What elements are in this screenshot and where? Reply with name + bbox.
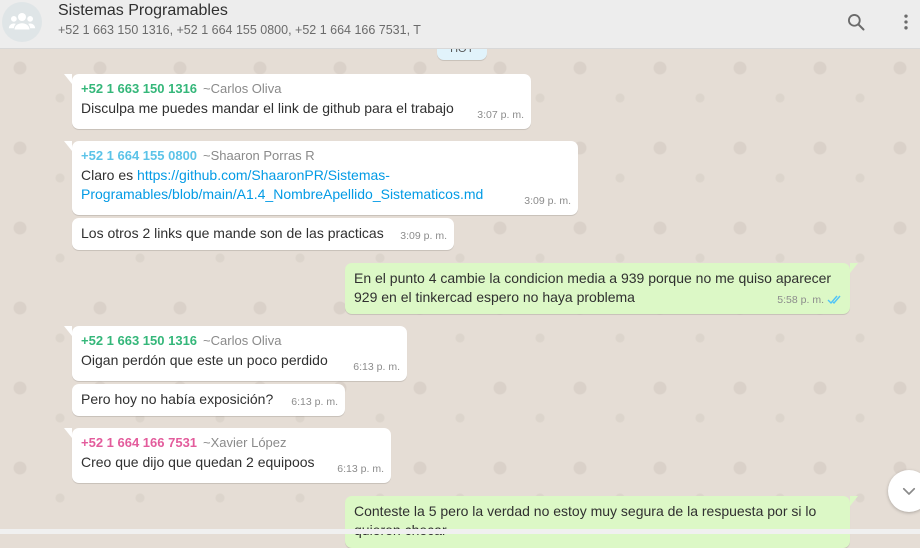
message-text: En el punto 4 cambie la condicion media … <box>354 269 841 307</box>
message-text: Conteste la 5 pero la verdad no estoy mu… <box>354 502 841 540</box>
message-text: Disculpa me puedes mandar el link de git… <box>81 100 454 116</box>
sender-number[interactable]: +52 1 664 155 0800 <box>81 148 197 163</box>
message-time: 6:13 p. m. <box>353 361 400 373</box>
read-ticks-icon <box>827 295 841 305</box>
sender-number[interactable]: +52 1 664 166 7531 <box>81 435 197 450</box>
sender-nickname: ~Shaaron Porras R <box>203 148 315 163</box>
message-time: 3:09 p. m. <box>524 195 571 207</box>
message-sender: +52 1 663 150 1316 ~Carlos Oliva <box>81 80 522 98</box>
github-link[interactable]: https://github.com/ShaaronPR/Sistemas- <box>137 167 390 183</box>
message-text: Oigan perdón que este un poco perdido <box>81 352 328 368</box>
menu-button[interactable] <box>892 8 920 36</box>
message-text-line: 929 en el tinkercad espero no haya probl… <box>354 289 635 305</box>
message-bubble[interactable]: +52 1 664 166 7531 ~Xavier López Creo que… <box>64 428 391 483</box>
message-time-text: 5:58 p. m. <box>777 294 824 306</box>
message-time: 5:58 p. m. <box>777 291 843 310</box>
message-text: Los otros 2 links que mande son de las p… <box>81 225 384 241</box>
message-time: 6:13 p. m. <box>291 396 338 408</box>
chat-members: +52 1 663 150 1316, +52 1 664 155 0800, … <box>58 23 421 37</box>
message-time: 3:07 p. m. <box>477 109 524 121</box>
sender-nickname: ~Xavier López <box>203 435 287 450</box>
message-bubble[interactable]: Pero hoy no había exposición? 6:13 p. m. <box>72 384 345 416</box>
message-bubble-outgoing[interactable]: En el punto 4 cambie la condicion media … <box>345 263 858 314</box>
message-bubble[interactable]: Los otros 2 links que mande son de las p… <box>72 218 454 250</box>
group-icon <box>8 13 36 30</box>
message-text-line: Conteste la 5 pero la verdad no estoy mu… <box>354 503 817 519</box>
message-sender: +52 1 664 166 7531 ~Xavier López <box>81 434 382 452</box>
message-bubble[interactable]: +52 1 664 155 0800 ~Shaaron Porras R Clar… <box>64 141 578 215</box>
message-bubble[interactable]: +52 1 663 150 1316 ~Carlos Oliva Disculpa… <box>64 74 531 129</box>
message-bubble-outgoing[interactable]: Conteste la 5 pero la verdad no estoy mu… <box>345 496 858 548</box>
chat-header: Sistemas Programables +52 1 663 150 1316… <box>0 0 920 49</box>
search-icon <box>848 14 865 31</box>
message-text-prefix: Claro es <box>81 167 138 183</box>
message-sender: +52 1 664 155 0800 ~Shaaron Porras R <box>81 147 569 165</box>
chat-title[interactable]: Sistemas Programables <box>58 2 228 20</box>
message-text: Claro es https://github.com/ShaaronPR/Si… <box>81 166 569 204</box>
github-link-continued[interactable]: Programables/blob/main/A1.4_NombreApelli… <box>81 186 483 202</box>
message-text-line: En el punto 4 cambie la condicion media … <box>354 270 832 286</box>
more-vertical-icon <box>904 14 908 30</box>
chevron-down-icon <box>902 487 916 495</box>
composer-edge <box>0 529 920 534</box>
sender-nickname: ~Carlos Oliva <box>203 81 282 96</box>
sender-number[interactable]: +52 1 663 150 1316 <box>81 333 197 348</box>
message-sender: +52 1 663 150 1316 ~Carlos Oliva <box>81 332 398 350</box>
search-button[interactable] <box>842 8 870 36</box>
sender-nickname: ~Carlos Oliva <box>203 333 282 348</box>
message-time: 3:09 p. m. <box>400 230 447 242</box>
group-avatar[interactable] <box>2 2 42 42</box>
message-bubble[interactable]: +52 1 663 150 1316 ~Carlos Oliva Oigan pe… <box>64 326 407 381</box>
sender-number[interactable]: +52 1 663 150 1316 <box>81 81 197 96</box>
message-time: 6:13 p. m. <box>337 463 384 475</box>
